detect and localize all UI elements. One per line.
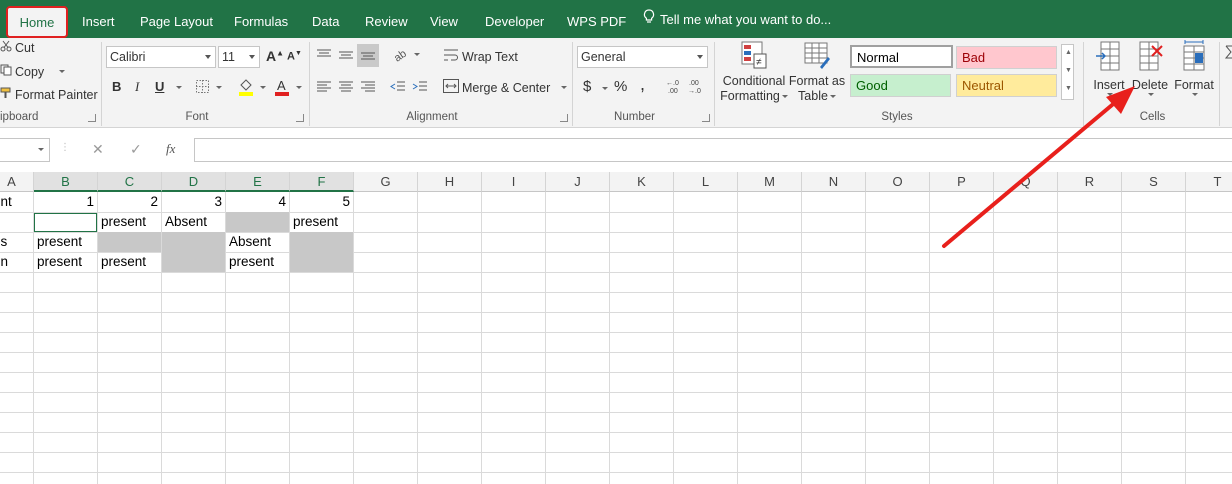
excel-window: Home Insert Page Layout Formulas Data Re…	[0, 0, 1232, 484]
annotation-arrow	[942, 86, 1135, 248]
